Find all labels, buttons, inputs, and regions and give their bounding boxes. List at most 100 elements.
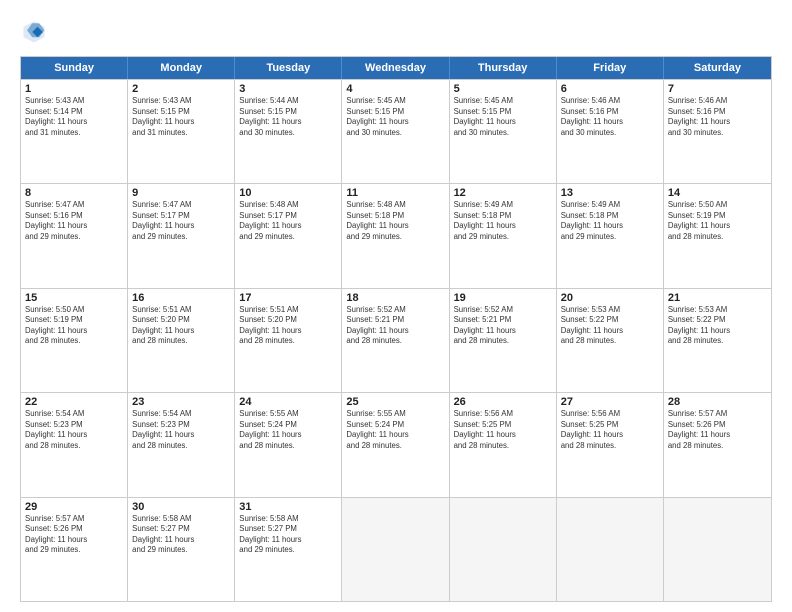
day-info: Sunrise: 5:53 AM Sunset: 5:22 PM Dayligh… [668, 305, 767, 347]
empty-cell [664, 498, 771, 601]
page: SundayMondayTuesdayWednesdayThursdayFrid… [0, 0, 792, 612]
day-cell-4: 4Sunrise: 5:45 AM Sunset: 5:15 PM Daylig… [342, 80, 449, 183]
day-cell-3: 3Sunrise: 5:44 AM Sunset: 5:15 PM Daylig… [235, 80, 342, 183]
day-cell-5: 5Sunrise: 5:45 AM Sunset: 5:15 PM Daylig… [450, 80, 557, 183]
day-info: Sunrise: 5:45 AM Sunset: 5:15 PM Dayligh… [454, 96, 552, 138]
day-cell-7: 7Sunrise: 5:46 AM Sunset: 5:16 PM Daylig… [664, 80, 771, 183]
day-number: 8 [25, 187, 123, 199]
day-cell-27: 27Sunrise: 5:56 AM Sunset: 5:25 PM Dayli… [557, 393, 664, 496]
day-info: Sunrise: 5:45 AM Sunset: 5:15 PM Dayligh… [346, 96, 444, 138]
day-number: 22 [25, 396, 123, 408]
day-number: 17 [239, 292, 337, 304]
day-number: 12 [454, 187, 552, 199]
empty-cell [342, 498, 449, 601]
calendar-week-4: 22Sunrise: 5:54 AM Sunset: 5:23 PM Dayli… [21, 392, 771, 496]
day-number: 11 [346, 187, 444, 199]
day-cell-19: 19Sunrise: 5:52 AM Sunset: 5:21 PM Dayli… [450, 289, 557, 392]
day-number: 5 [454, 83, 552, 95]
day-info: Sunrise: 5:57 AM Sunset: 5:26 PM Dayligh… [25, 514, 123, 556]
day-info: Sunrise: 5:50 AM Sunset: 5:19 PM Dayligh… [25, 305, 123, 347]
day-number: 18 [346, 292, 444, 304]
day-cell-15: 15Sunrise: 5:50 AM Sunset: 5:19 PM Dayli… [21, 289, 128, 392]
day-info: Sunrise: 5:58 AM Sunset: 5:27 PM Dayligh… [132, 514, 230, 556]
day-header-thursday: Thursday [450, 57, 557, 79]
day-info: Sunrise: 5:43 AM Sunset: 5:14 PM Dayligh… [25, 96, 123, 138]
empty-cell [450, 498, 557, 601]
day-cell-18: 18Sunrise: 5:52 AM Sunset: 5:21 PM Dayli… [342, 289, 449, 392]
day-info: Sunrise: 5:49 AM Sunset: 5:18 PM Dayligh… [454, 200, 552, 242]
day-info: Sunrise: 5:48 AM Sunset: 5:18 PM Dayligh… [346, 200, 444, 242]
day-number: 6 [561, 83, 659, 95]
day-info: Sunrise: 5:44 AM Sunset: 5:15 PM Dayligh… [239, 96, 337, 138]
day-info: Sunrise: 5:54 AM Sunset: 5:23 PM Dayligh… [132, 409, 230, 451]
logo-icon [20, 18, 48, 46]
day-number: 28 [668, 396, 767, 408]
day-info: Sunrise: 5:47 AM Sunset: 5:17 PM Dayligh… [132, 200, 230, 242]
day-cell-31: 31Sunrise: 5:58 AM Sunset: 5:27 PM Dayli… [235, 498, 342, 601]
empty-cell [557, 498, 664, 601]
calendar-week-3: 15Sunrise: 5:50 AM Sunset: 5:19 PM Dayli… [21, 288, 771, 392]
day-cell-28: 28Sunrise: 5:57 AM Sunset: 5:26 PM Dayli… [664, 393, 771, 496]
day-info: Sunrise: 5:58 AM Sunset: 5:27 PM Dayligh… [239, 514, 337, 556]
day-info: Sunrise: 5:51 AM Sunset: 5:20 PM Dayligh… [132, 305, 230, 347]
day-header-saturday: Saturday [664, 57, 771, 79]
day-cell-1: 1Sunrise: 5:43 AM Sunset: 5:14 PM Daylig… [21, 80, 128, 183]
calendar-week-2: 8Sunrise: 5:47 AM Sunset: 5:16 PM Daylig… [21, 183, 771, 287]
day-info: Sunrise: 5:52 AM Sunset: 5:21 PM Dayligh… [454, 305, 552, 347]
day-cell-24: 24Sunrise: 5:55 AM Sunset: 5:24 PM Dayli… [235, 393, 342, 496]
day-header-sunday: Sunday [21, 57, 128, 79]
day-number: 29 [25, 501, 123, 513]
day-info: Sunrise: 5:49 AM Sunset: 5:18 PM Dayligh… [561, 200, 659, 242]
day-cell-13: 13Sunrise: 5:49 AM Sunset: 5:18 PM Dayli… [557, 184, 664, 287]
day-info: Sunrise: 5:47 AM Sunset: 5:16 PM Dayligh… [25, 200, 123, 242]
calendar-body: 1Sunrise: 5:43 AM Sunset: 5:14 PM Daylig… [21, 79, 771, 601]
day-number: 25 [346, 396, 444, 408]
day-number: 1 [25, 83, 123, 95]
day-number: 10 [239, 187, 337, 199]
day-cell-25: 25Sunrise: 5:55 AM Sunset: 5:24 PM Dayli… [342, 393, 449, 496]
day-info: Sunrise: 5:57 AM Sunset: 5:26 PM Dayligh… [668, 409, 767, 451]
day-cell-6: 6Sunrise: 5:46 AM Sunset: 5:16 PM Daylig… [557, 80, 664, 183]
day-info: Sunrise: 5:46 AM Sunset: 5:16 PM Dayligh… [668, 96, 767, 138]
day-cell-20: 20Sunrise: 5:53 AM Sunset: 5:22 PM Dayli… [557, 289, 664, 392]
day-info: Sunrise: 5:55 AM Sunset: 5:24 PM Dayligh… [239, 409, 337, 451]
day-info: Sunrise: 5:46 AM Sunset: 5:16 PM Dayligh… [561, 96, 659, 138]
day-number: 27 [561, 396, 659, 408]
day-cell-2: 2Sunrise: 5:43 AM Sunset: 5:15 PM Daylig… [128, 80, 235, 183]
day-number: 4 [346, 83, 444, 95]
day-info: Sunrise: 5:53 AM Sunset: 5:22 PM Dayligh… [561, 305, 659, 347]
day-cell-29: 29Sunrise: 5:57 AM Sunset: 5:26 PM Dayli… [21, 498, 128, 601]
calendar: SundayMondayTuesdayWednesdayThursdayFrid… [20, 56, 772, 602]
day-number: 31 [239, 501, 337, 513]
day-info: Sunrise: 5:51 AM Sunset: 5:20 PM Dayligh… [239, 305, 337, 347]
day-info: Sunrise: 5:54 AM Sunset: 5:23 PM Dayligh… [25, 409, 123, 451]
day-cell-10: 10Sunrise: 5:48 AM Sunset: 5:17 PM Dayli… [235, 184, 342, 287]
day-number: 15 [25, 292, 123, 304]
day-number: 30 [132, 501, 230, 513]
day-number: 16 [132, 292, 230, 304]
day-number: 20 [561, 292, 659, 304]
header [20, 18, 772, 46]
day-header-wednesday: Wednesday [342, 57, 449, 79]
day-header-monday: Monday [128, 57, 235, 79]
day-info: Sunrise: 5:43 AM Sunset: 5:15 PM Dayligh… [132, 96, 230, 138]
day-number: 14 [668, 187, 767, 199]
day-number: 3 [239, 83, 337, 95]
day-info: Sunrise: 5:56 AM Sunset: 5:25 PM Dayligh… [561, 409, 659, 451]
day-info: Sunrise: 5:52 AM Sunset: 5:21 PM Dayligh… [346, 305, 444, 347]
day-number: 7 [668, 83, 767, 95]
day-cell-11: 11Sunrise: 5:48 AM Sunset: 5:18 PM Dayli… [342, 184, 449, 287]
day-cell-9: 9Sunrise: 5:47 AM Sunset: 5:17 PM Daylig… [128, 184, 235, 287]
day-cell-12: 12Sunrise: 5:49 AM Sunset: 5:18 PM Dayli… [450, 184, 557, 287]
day-header-tuesday: Tuesday [235, 57, 342, 79]
calendar-week-5: 29Sunrise: 5:57 AM Sunset: 5:26 PM Dayli… [21, 497, 771, 601]
day-cell-8: 8Sunrise: 5:47 AM Sunset: 5:16 PM Daylig… [21, 184, 128, 287]
day-cell-30: 30Sunrise: 5:58 AM Sunset: 5:27 PM Dayli… [128, 498, 235, 601]
day-number: 21 [668, 292, 767, 304]
day-cell-16: 16Sunrise: 5:51 AM Sunset: 5:20 PM Dayli… [128, 289, 235, 392]
day-cell-23: 23Sunrise: 5:54 AM Sunset: 5:23 PM Dayli… [128, 393, 235, 496]
day-header-friday: Friday [557, 57, 664, 79]
day-cell-26: 26Sunrise: 5:56 AM Sunset: 5:25 PM Dayli… [450, 393, 557, 496]
day-info: Sunrise: 5:48 AM Sunset: 5:17 PM Dayligh… [239, 200, 337, 242]
day-info: Sunrise: 5:56 AM Sunset: 5:25 PM Dayligh… [454, 409, 552, 451]
